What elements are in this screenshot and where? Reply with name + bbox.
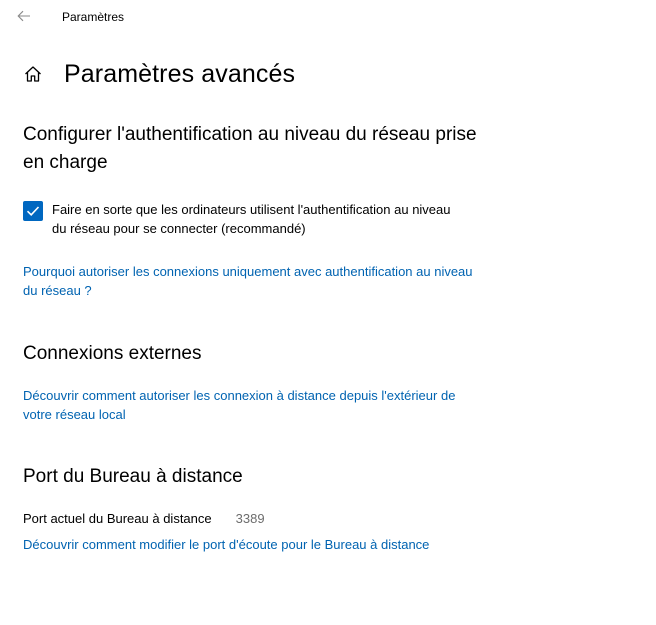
nla-checkbox-label[interactable]: Faire en sorte que les ordinateurs utili… — [52, 201, 463, 238]
nla-checkbox[interactable] — [23, 201, 43, 221]
page-header: Paramètres avancés — [22, 56, 295, 92]
external-connections-heading: Connexions externes — [23, 343, 202, 364]
title-bar: Paramètres — [0, 0, 656, 32]
external-connections-link[interactable]: Découvrir comment autoriser les connexio… — [23, 386, 483, 424]
nla-checkbox-row[interactable]: Faire en sorte que les ordinateurs utili… — [23, 201, 463, 238]
rdp-port-row: Port actuel du Bureau à distance 3389 — [23, 509, 265, 528]
nla-section-heading: Configurer l'authentification au niveau … — [23, 124, 477, 173]
window-title: Paramètres — [62, 10, 125, 24]
back-button[interactable] — [12, 6, 36, 26]
back-arrow-icon — [17, 10, 30, 22]
checkmark-icon — [26, 206, 40, 216]
rdp-port-change-link[interactable]: Découvrir comment modifier le port d'éco… — [23, 535, 493, 554]
home-icon[interactable] — [22, 63, 44, 85]
rdp-port-heading: Port du Bureau à distance — [23, 466, 243, 487]
rdp-port-label: Port actuel du Bureau à distance — [23, 511, 212, 526]
rdp-port-value: 3389 — [235, 511, 265, 526]
nla-info-link[interactable]: Pourquoi autoriser les connexions unique… — [23, 262, 473, 300]
page-title: Paramètres avancés — [64, 60, 296, 88]
